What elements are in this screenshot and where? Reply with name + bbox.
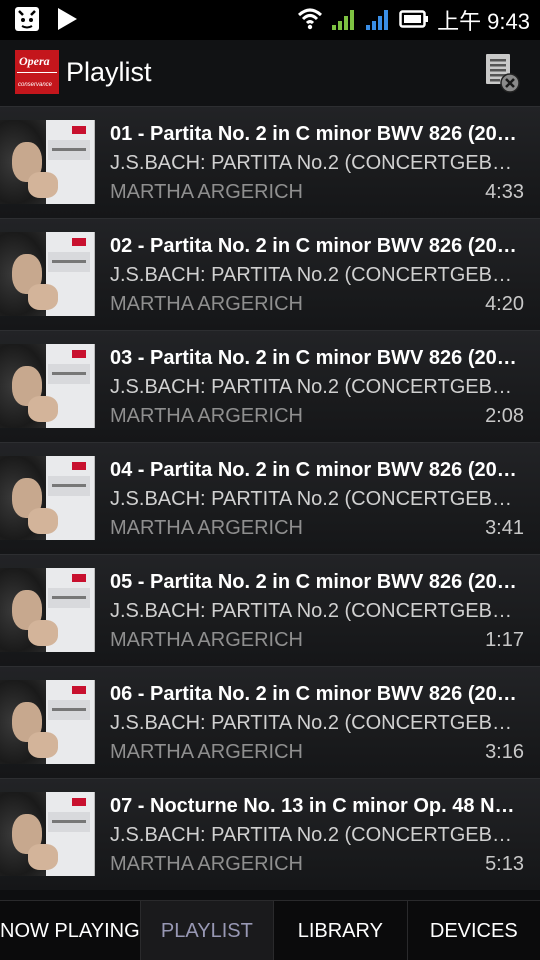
signal-icon-2 [365, 7, 391, 36]
album-cover-thumbnail [0, 120, 95, 204]
track-title: 02 - Partita No. 2 in C minor BWV 826 (2… [110, 235, 524, 257]
track-duration: 3:41 [485, 517, 524, 539]
wifi-icon [297, 6, 323, 37]
track-title: 05 - Partita No. 2 in C minor BWV 826 (2… [110, 571, 524, 593]
album-cover-name-strip [48, 252, 90, 272]
track-duration: 3:16 [485, 741, 524, 763]
album-cover-thumbnail [0, 232, 95, 316]
track-album: J.S.BACH: PARTITA No.2 (CONCERTGEBOUW) [110, 712, 520, 734]
cat-notification-icon [14, 6, 40, 37]
app-logo[interactable]: Opera conservance [15, 50, 59, 94]
playlist-list[interactable]: 01 - Partita No. 2 in C minor BWV 826 (2… [0, 106, 540, 900]
tab-library[interactable]: LIBRARY [274, 901, 408, 960]
playlist-row[interactable]: 06 - Partita No. 2 in C minor BWV 826 (2… [0, 666, 540, 778]
album-cover-emi [72, 574, 86, 582]
track-artist: MARTHA ARGERICH [110, 741, 303, 763]
album-cover-name-strip [48, 476, 90, 496]
track-artist: MARTHA ARGERICH [110, 293, 303, 315]
playlist-row[interactable]: 07 - Nocturne No. 13 in C minor Op. 48 N… [0, 778, 540, 890]
album-cover-hand [28, 396, 58, 422]
bottom-tab-bar: NOW PLAYING PLAYLIST LIBRARY DEVICES [0, 900, 540, 960]
album-cover-emi [72, 126, 86, 134]
track-title: 03 - Partita No. 2 in C minor BWV 826 (2… [110, 347, 524, 369]
clear-playlist-icon [482, 54, 522, 98]
track-duration: 2:08 [485, 405, 524, 427]
track-title: 06 - Partita No. 2 in C minor BWV 826 (2… [110, 683, 524, 705]
track-title: 01 - Partita No. 2 in C minor BWV 826 (2… [110, 123, 524, 145]
track-album: J.S.BACH: PARTITA No.2 (CONCERTGEBOUW) [110, 264, 520, 286]
action-bar: Opera conservance Playlist [0, 40, 540, 106]
album-cover-thumbnail [0, 344, 95, 428]
track-artist: MARTHA ARGERICH [110, 517, 303, 539]
track-album: J.S.BACH: PARTITA No.2 (CONCERTGEBOUW) [110, 824, 520, 846]
playlist-rows: 01 - Partita No. 2 in C minor BWV 826 (2… [0, 106, 540, 890]
album-cover-name-strip [48, 812, 90, 832]
track-album: J.S.BACH: PARTITA No.2 (CONCERTGEBOUW) [110, 600, 520, 622]
album-cover-hand [28, 284, 58, 310]
tab-playlist[interactable]: PLAYLIST [140, 901, 275, 960]
playlist-row[interactable]: 04 - Partita No. 2 in C minor BWV 826 (2… [0, 442, 540, 554]
playlist-row[interactable]: 05 - Partita No. 2 in C minor BWV 826 (2… [0, 554, 540, 666]
app-logo-bottom-text: conservance [18, 82, 53, 88]
status-bar-right: 上午 9:43 [297, 6, 530, 37]
album-cover-thumbnail [0, 456, 95, 540]
track-duration: 5:13 [485, 853, 524, 875]
tab-devices[interactable]: DEVICES [408, 901, 540, 960]
battery-icon [399, 8, 429, 35]
album-cover-thumbnail [0, 680, 95, 764]
tab-now-playing[interactable]: NOW PLAYING [0, 901, 141, 960]
play-icon [56, 7, 78, 36]
album-cover-name-strip [48, 364, 90, 384]
clear-playlist-button[interactable] [482, 52, 522, 94]
track-album: J.S.BACH: PARTITA No.2 (CONCERTGEBOUW) [110, 488, 520, 510]
track-duration: 4:33 [485, 181, 524, 203]
status-time: 上午 9:43 [437, 8, 530, 34]
album-cover-name-strip [48, 140, 90, 160]
album-cover-hand [28, 172, 58, 198]
track-artist: MARTHA ARGERICH [110, 629, 303, 651]
track-duration: 4:20 [485, 293, 524, 315]
playlist-row[interactable]: 03 - Partita No. 2 in C minor BWV 826 (2… [0, 330, 540, 442]
album-cover-hand [28, 508, 58, 534]
track-artist: MARTHA ARGERICH [110, 181, 303, 203]
status-bar: 上午 9:43 [0, 0, 540, 40]
album-cover-thumbnail [0, 792, 95, 876]
page-title: Playlist [66, 57, 152, 87]
playlist-row[interactable]: 02 - Partita No. 2 in C minor BWV 826 (2… [0, 218, 540, 330]
album-cover-emi [72, 238, 86, 246]
app-logo-top-text: Opera [19, 54, 50, 68]
album-cover-thumbnail [0, 568, 95, 652]
track-artist: MARTHA ARGERICH [110, 853, 303, 875]
app-logo-divider [17, 72, 57, 73]
screen: 上午 9:43 Opera conservance Playlist 01 - … [0, 0, 540, 960]
track-title: 04 - Partita No. 2 in C minor BWV 826 (2… [110, 459, 524, 481]
signal-icon-1 [331, 7, 357, 36]
playlist-row[interactable]: 01 - Partita No. 2 in C minor BWV 826 (2… [0, 106, 540, 218]
album-cover-hand [28, 732, 58, 758]
album-cover-emi [72, 350, 86, 358]
album-cover-emi [72, 462, 86, 470]
album-cover-hand [28, 844, 58, 870]
album-cover-emi [72, 686, 86, 694]
track-artist: MARTHA ARGERICH [110, 405, 303, 427]
album-cover-emi [72, 798, 86, 806]
track-title: 07 - Nocturne No. 13 in C minor Op. 48 N… [110, 795, 524, 817]
track-duration: 1:17 [485, 629, 524, 651]
track-album: J.S.BACH: PARTITA No.2 (CONCERTGEBOUW) [110, 152, 520, 174]
album-cover-name-strip [48, 588, 90, 608]
album-cover-name-strip [48, 700, 90, 720]
status-bar-left [14, 6, 78, 37]
album-cover-hand [28, 620, 58, 646]
track-album: J.S.BACH: PARTITA No.2 (CONCERTGEBOUW) [110, 376, 520, 398]
